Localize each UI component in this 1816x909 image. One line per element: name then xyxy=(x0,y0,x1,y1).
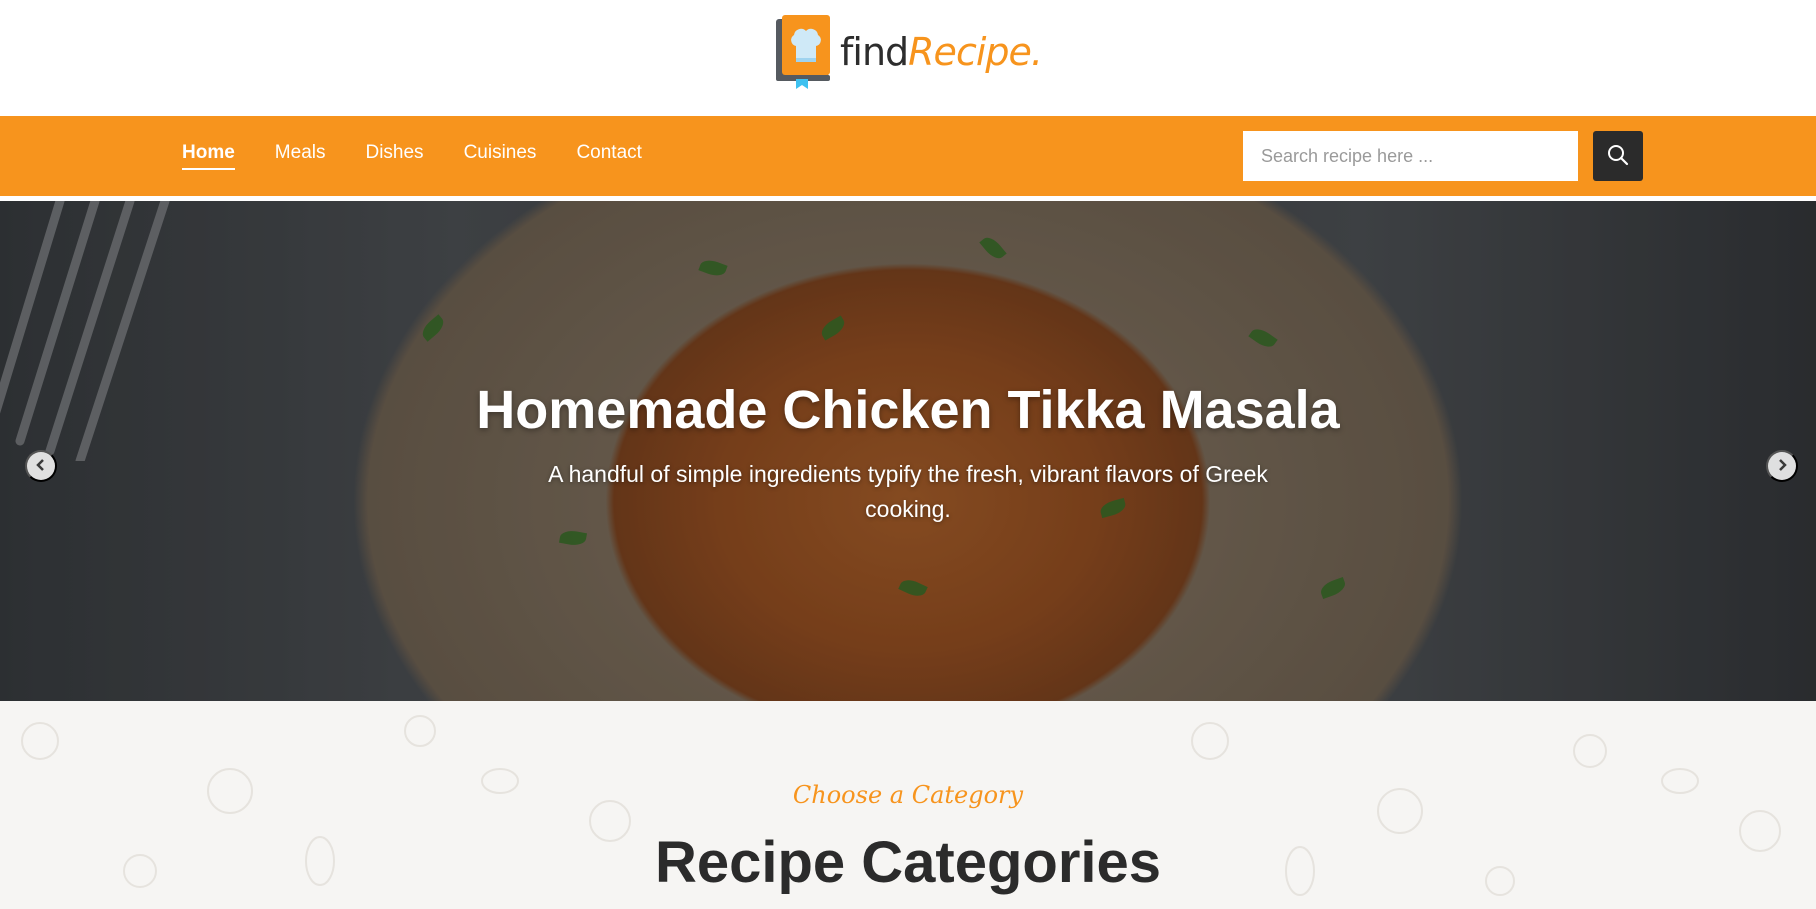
brand-wordmark: findRecipe. xyxy=(840,30,1043,74)
search-button[interactable] xyxy=(1593,131,1643,181)
hero-carousel: Homemade Chicken Tikka Masala A handful … xyxy=(0,201,1816,701)
cookbook-chef-hat-icon xyxy=(774,15,832,89)
brand-logo[interactable]: findRecipe. xyxy=(774,15,1043,89)
site-header: findRecipe. xyxy=(0,0,1816,116)
hero-overlay xyxy=(0,201,1816,701)
nav-link-contact[interactable]: Contact xyxy=(576,142,641,170)
section-eyebrow: Choose a Category xyxy=(792,781,1024,809)
section-title: Recipe Categories xyxy=(654,830,1162,895)
search-input[interactable] xyxy=(1243,131,1578,181)
carousel-next-button[interactable] xyxy=(1766,450,1798,482)
main-navbar: Home Meals Dishes Cuisines Contact xyxy=(0,116,1816,196)
hero-subtitle: A handful of simple ingredients typify t… xyxy=(548,461,1268,522)
search-icon xyxy=(1607,144,1629,169)
brand-name-part1: find xyxy=(840,30,909,74)
chevron-left-icon xyxy=(34,458,48,475)
hero-title: Homemade Chicken Tikka Masala xyxy=(476,380,1340,440)
categories-section: Choose a Category Recipe Categories xyxy=(0,701,1816,909)
nav-links: Home Meals Dishes Cuisines Contact xyxy=(182,116,642,196)
nav-link-cuisines[interactable]: Cuisines xyxy=(464,142,537,170)
brand-name-part2: Recipe. xyxy=(908,30,1043,74)
chevron-right-icon xyxy=(1775,458,1789,475)
nav-link-meals[interactable]: Meals xyxy=(275,142,326,170)
nav-link-home[interactable]: Home xyxy=(182,142,235,170)
carousel-prev-button[interactable] xyxy=(25,450,57,482)
nav-link-dishes[interactable]: Dishes xyxy=(365,142,423,170)
